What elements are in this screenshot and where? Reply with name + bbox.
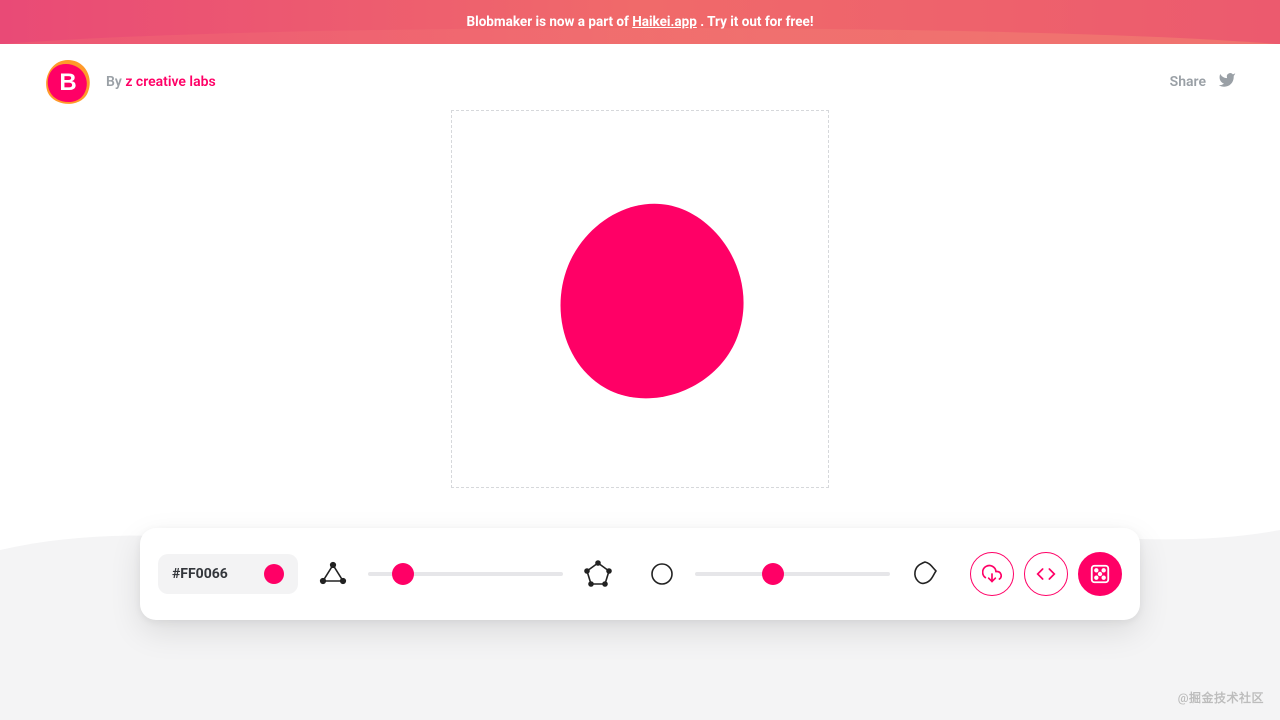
watermark-text: @掘金技术社区 [1178,689,1264,706]
twitter-icon[interactable] [1218,71,1236,93]
randomize-button[interactable] [1078,552,1122,596]
download-button[interactable] [970,552,1014,596]
contrast-slider-thumb[interactable] [762,563,784,585]
banner-link[interactable]: Haikei.app [632,14,697,30]
color-hex-value: #FF0066 [172,566,228,582]
logo-icon[interactable]: B [44,58,92,106]
app-header: B By z creative labs Share [0,44,1280,120]
complexity-low-icon [318,559,348,589]
credit-link[interactable]: z creative labs [125,74,215,90]
promo-banner: Blobmaker is now a part of Haikei.app . … [0,0,1280,44]
color-swatch-icon [264,564,284,584]
action-buttons [970,552,1122,596]
code-button[interactable] [1024,552,1068,596]
controls-toolbar: #FF0066 [140,528,1140,620]
blob-canvas [451,110,829,488]
contrast-slider[interactable] [695,572,890,576]
byline: By z creative labs [106,74,216,90]
svg-text:B: B [59,69,76,96]
complexity-high-icon [583,559,613,589]
contrast-low-icon [649,561,675,587]
share-group: Share [1170,71,1236,93]
blob-path [561,204,744,399]
banner-suffix: . Try it out for free! [700,14,813,30]
brand: B By z creative labs [44,58,216,106]
blob-shape [490,149,790,449]
contrast-high-icon [910,559,940,589]
color-picker[interactable]: #FF0066 [158,554,298,594]
complexity-slider-thumb[interactable] [392,563,414,585]
complexity-slider[interactable] [368,572,563,576]
byline-prefix: By [106,74,125,90]
share-label[interactable]: Share [1170,74,1206,90]
canvas-area [0,110,1280,488]
banner-prefix: Blobmaker is now a part of [467,14,633,30]
